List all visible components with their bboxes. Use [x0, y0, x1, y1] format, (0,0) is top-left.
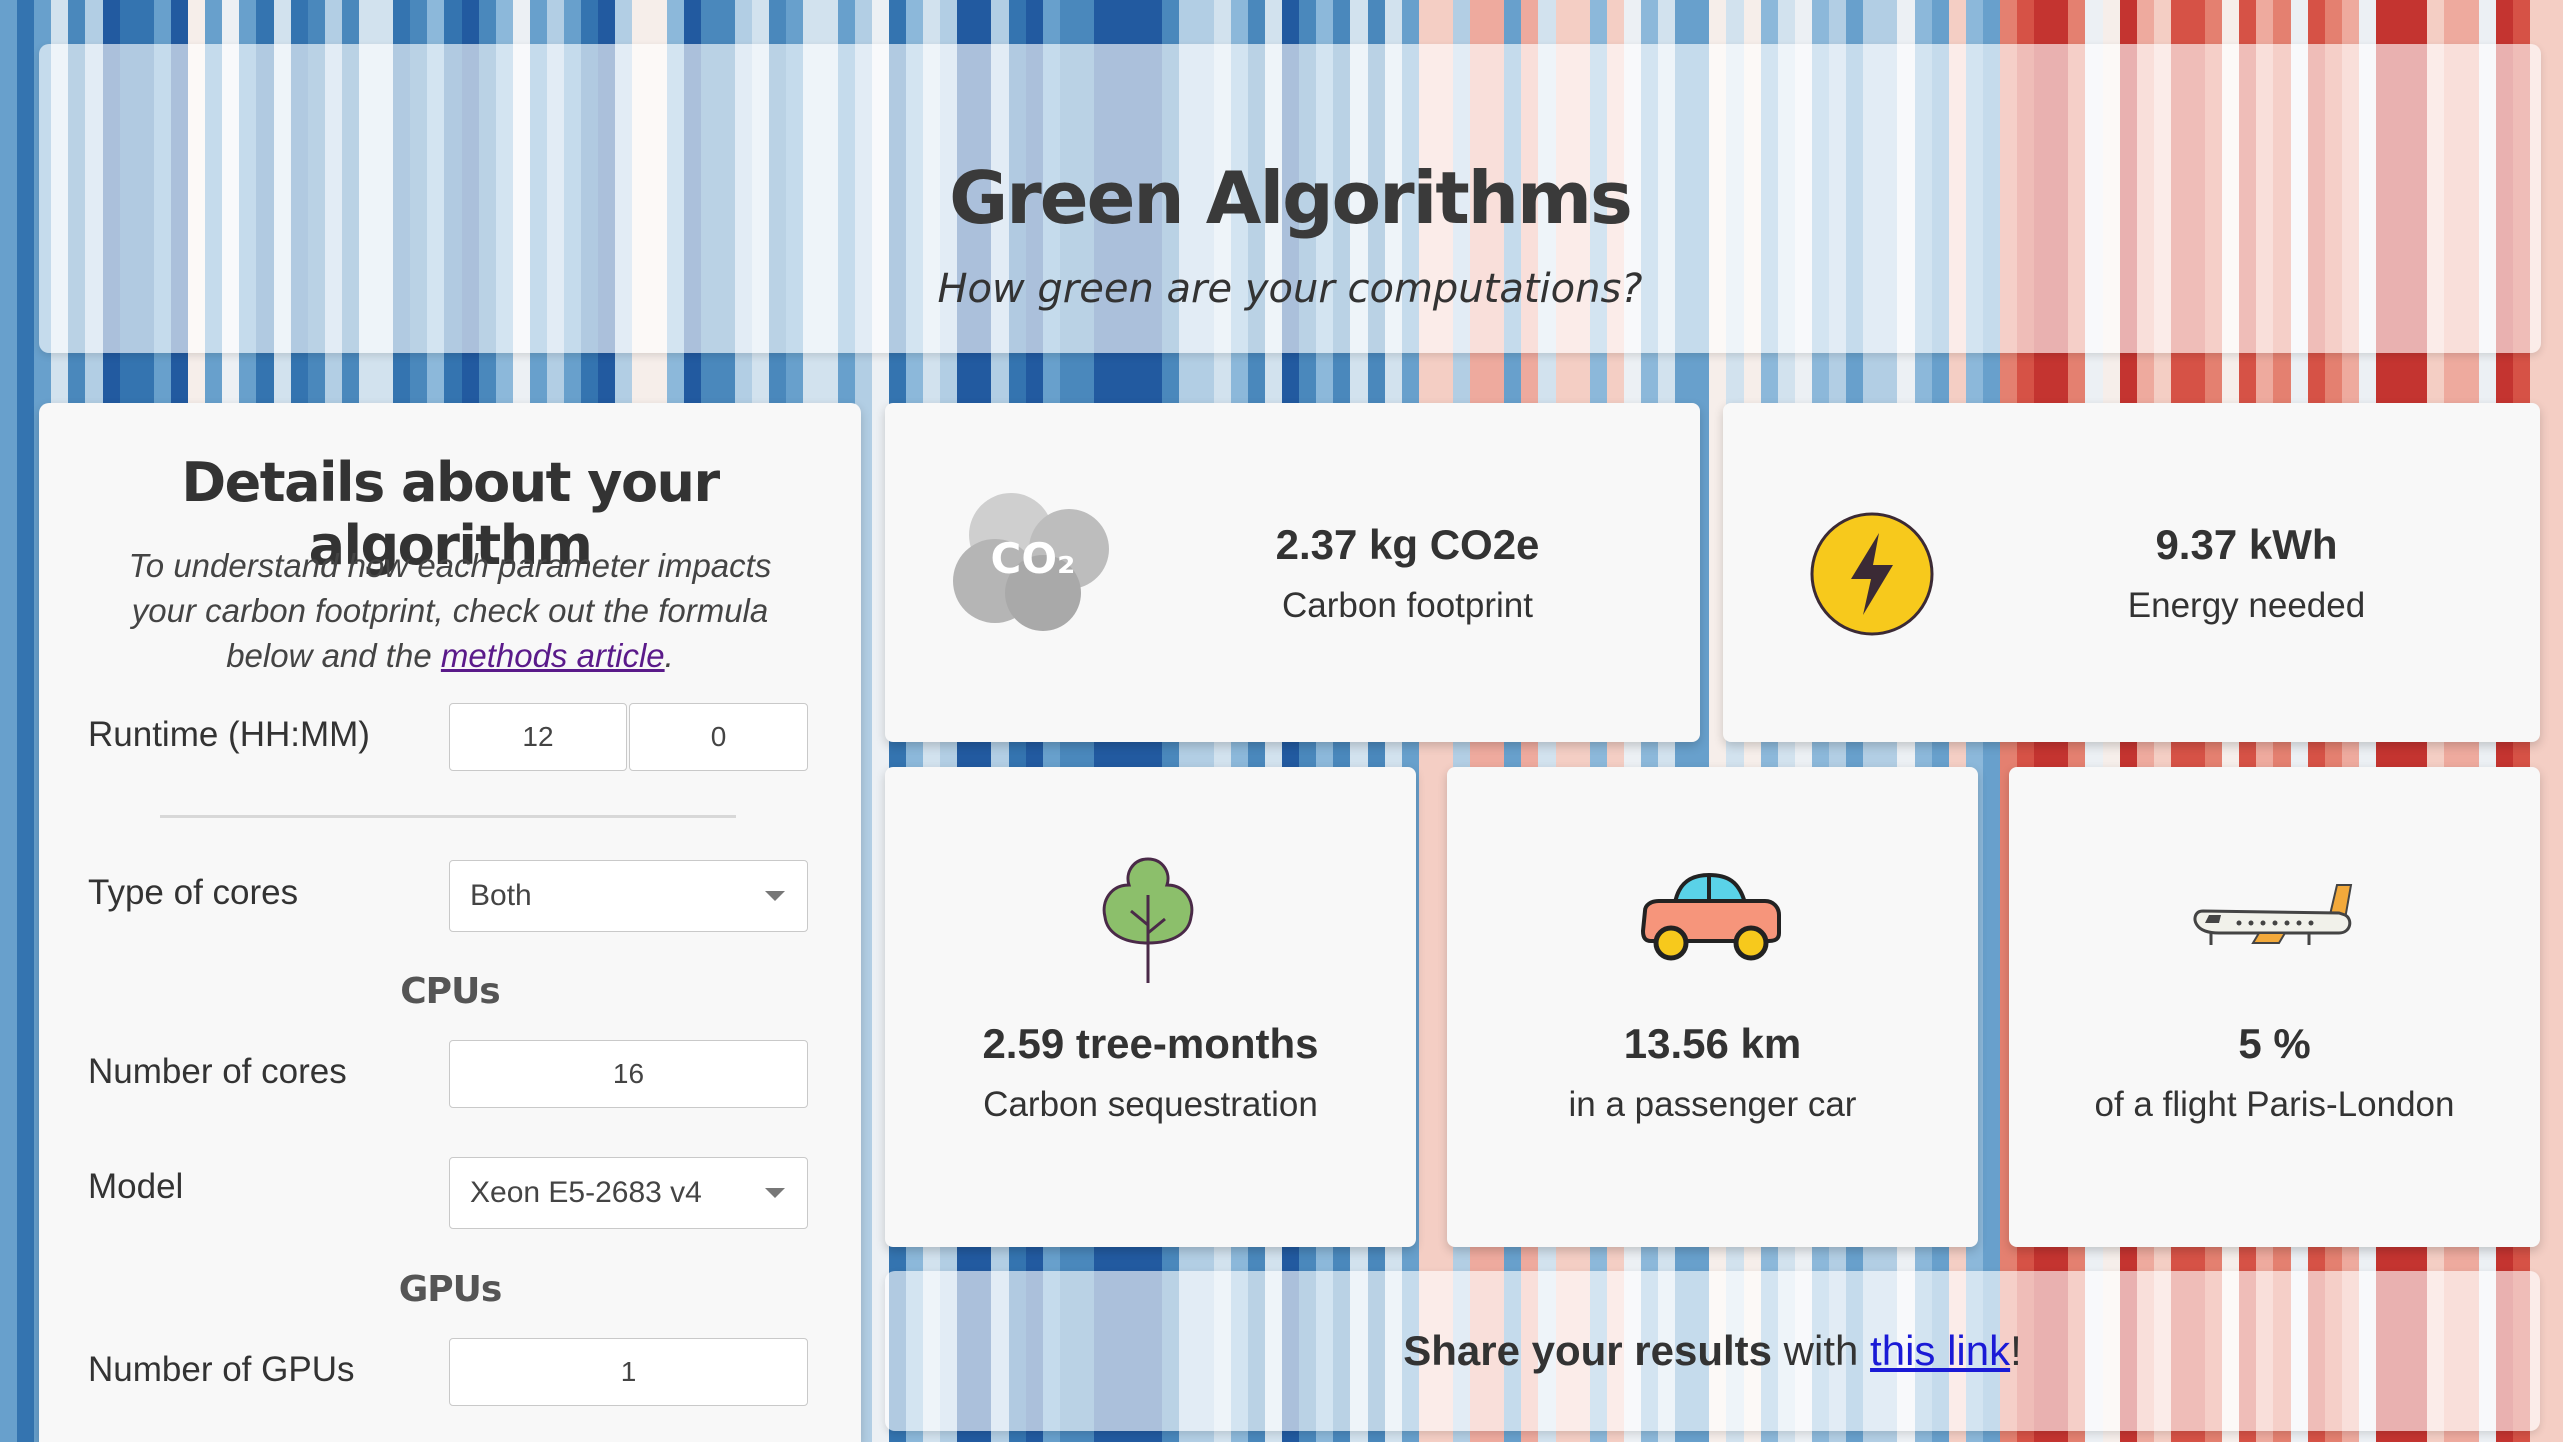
tree-months-label: Carbon sequestration — [983, 1085, 1318, 1124]
share-bold-text: Share your results — [1403, 1327, 1773, 1374]
share-results-bar: Share your results with this link! — [885, 1271, 2540, 1431]
cpu-model-select[interactable]: Xeon E5-2683 v4 — [449, 1157, 808, 1229]
app-subtitle: How green are your computations? — [937, 266, 1643, 312]
flight-label: of a flight Paris-London — [2094, 1085, 2455, 1124]
algorithm-details-form: Details about your algorithm To understa… — [39, 403, 861, 1442]
tree-icon — [1102, 857, 1194, 983]
gpu-count-label: Number of GPUs — [88, 1350, 355, 1389]
gpu-section-title: GPUs — [398, 1269, 503, 1310]
airplane-icon — [2193, 884, 2353, 945]
carbon-footprint-label: Carbon footprint — [1282, 586, 1533, 625]
runtime-label: Runtime (HH:MM) — [88, 715, 370, 754]
tree-months-card: 2.59 tree-months Carbon sequestration — [885, 767, 1416, 1247]
cores-type-label: Type of cores — [88, 873, 299, 912]
flight-value: 5 % — [2238, 1020, 2311, 1067]
runtime-minutes-input[interactable]: 0 — [629, 703, 808, 771]
car-distance-label: in a passenger car — [1568, 1085, 1857, 1124]
svg-text:CO₂: CO₂ — [991, 534, 1076, 583]
carbon-footprint-card: CO₂ 2.37 kg CO2e Carbon footprint — [885, 403, 1700, 742]
cores-type-select[interactable]: Both — [449, 860, 808, 932]
cpu-cores-label: Number of cores — [88, 1052, 347, 1091]
app-title: Green Algorithms — [949, 156, 1633, 240]
form-intro: To understand how each parameter impacts… — [128, 547, 772, 674]
energy-value: 9.37 kWh — [2155, 521, 2338, 568]
energy-label: Energy needed — [2127, 586, 2366, 625]
car-icon — [1640, 872, 1781, 961]
car-distance-card: 13.56 km in a passenger car — [1447, 767, 1978, 1247]
header-banner: Green Algorithms How green are your comp… — [39, 44, 2541, 353]
chevron-down-icon — [765, 1188, 785, 1198]
carbon-footprint-value: 2.37 kg CO2e — [1275, 521, 1540, 568]
cpu-cores-input[interactable]: 16 — [449, 1040, 808, 1108]
energy-card: 9.37 kWh Energy needed — [1723, 403, 2540, 742]
runtime-hours-input[interactable]: 12 — [449, 703, 627, 771]
lightning-icon — [1810, 512, 1934, 636]
model-label: Model — [88, 1167, 184, 1206]
chevron-down-icon — [765, 891, 785, 901]
tree-months-value: 2.59 tree-months — [982, 1020, 1319, 1067]
cpu-section-title: CPUs — [400, 971, 500, 1012]
flight-card: 5 % of a flight Paris-London — [2009, 767, 2540, 1247]
form-divider — [160, 815, 736, 818]
methods-article-link[interactable]: methods article — [441, 637, 665, 674]
co2-cloud-icon: CO₂ — [953, 493, 1109, 631]
car-distance-value: 13.56 km — [1623, 1020, 1802, 1067]
share-link[interactable]: this link — [1870, 1327, 2010, 1375]
gpu-count-input[interactable]: 1 — [449, 1338, 808, 1406]
